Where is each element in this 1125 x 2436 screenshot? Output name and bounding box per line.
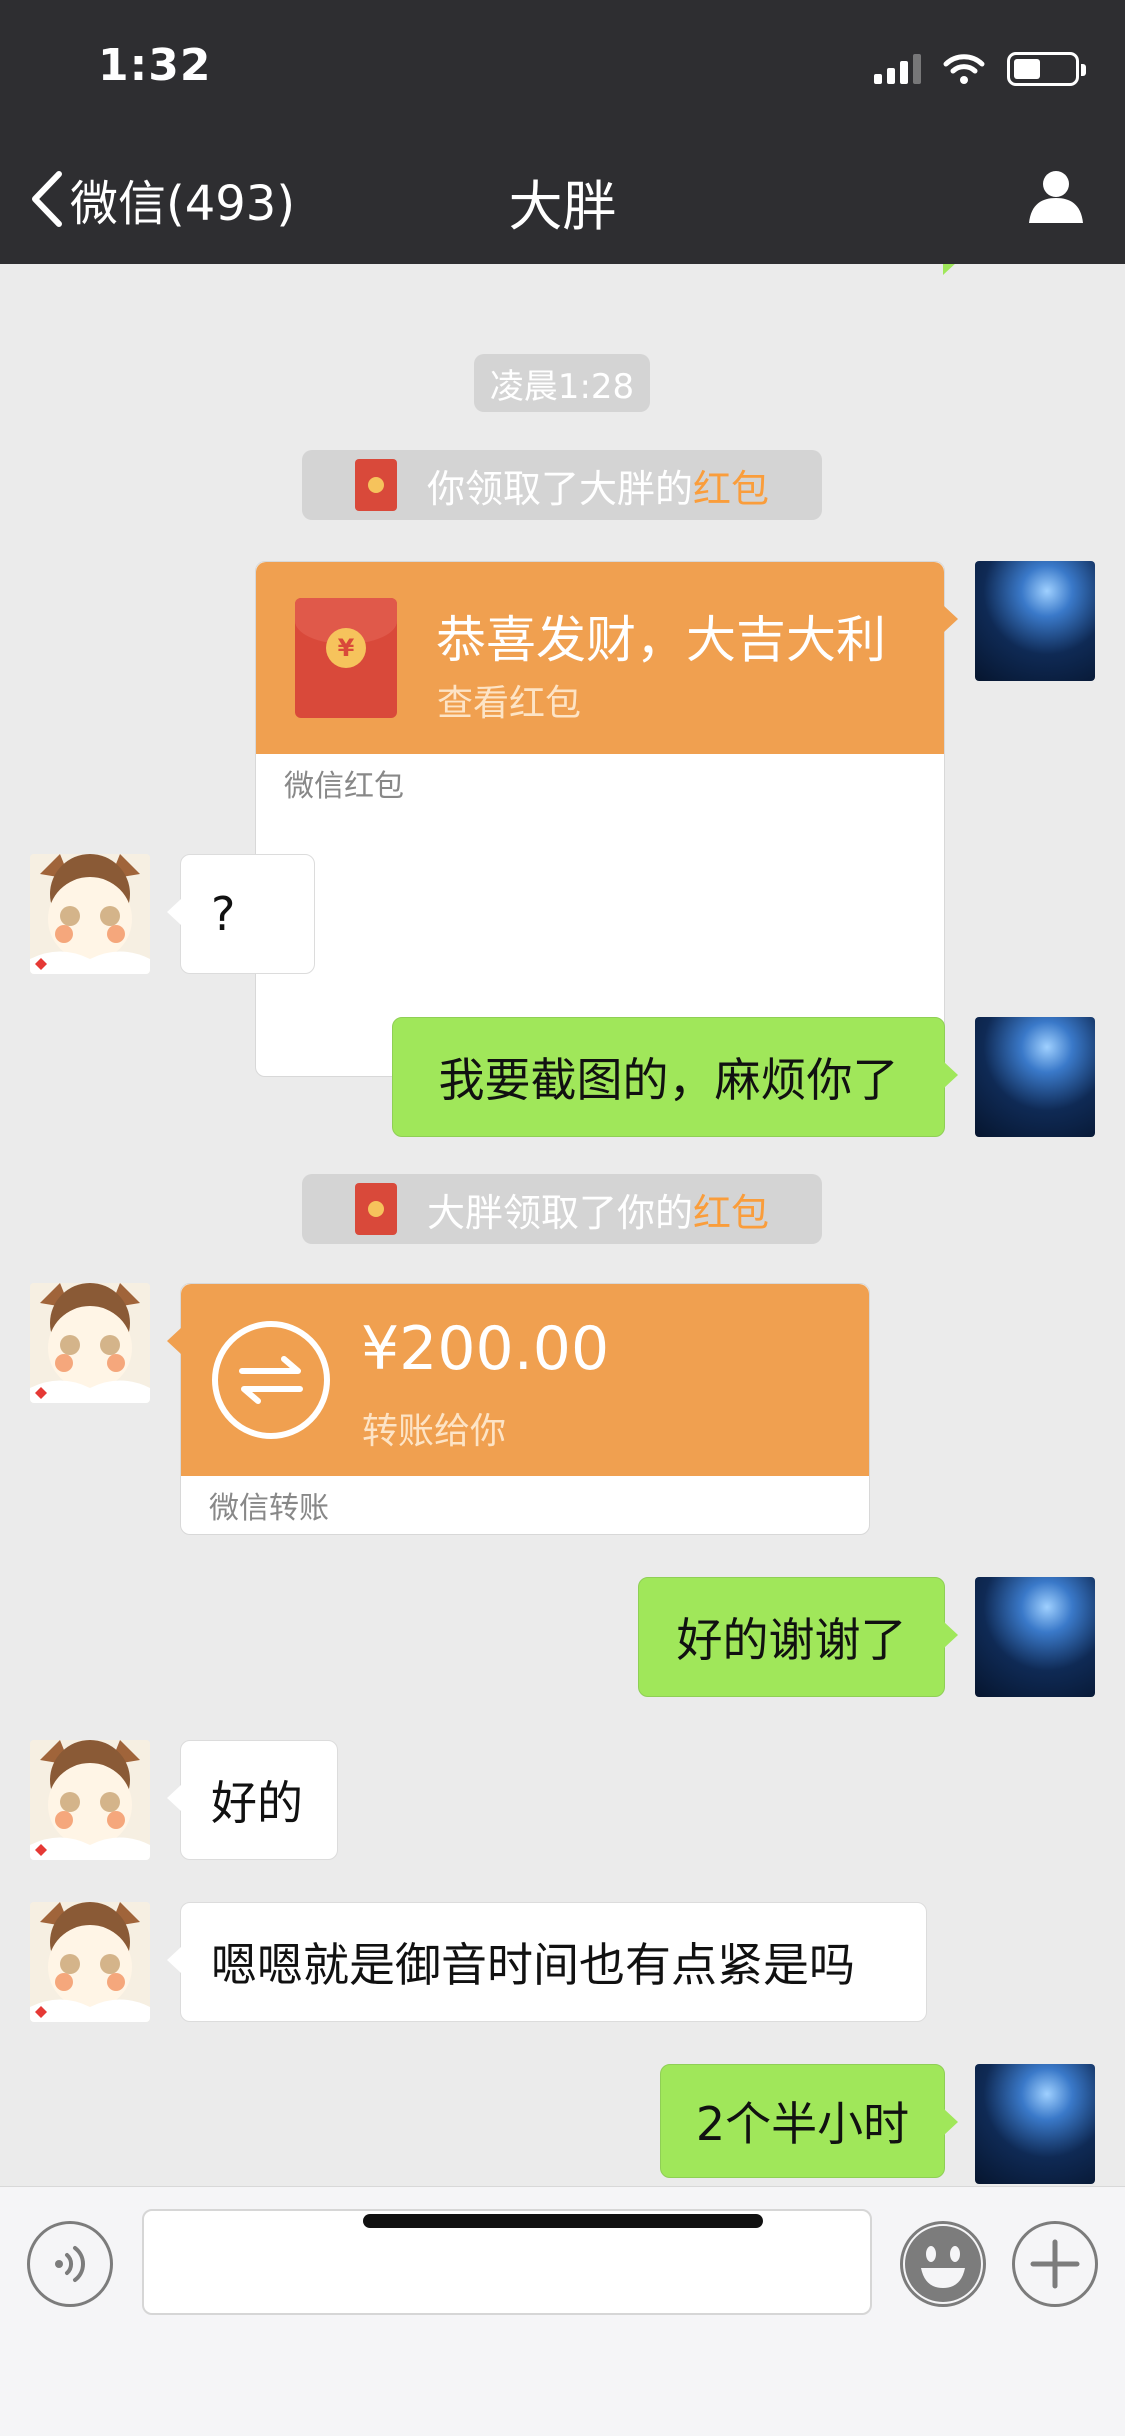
- my-avatar[interactable]: [975, 561, 1095, 681]
- voice-button[interactable]: [27, 2221, 113, 2307]
- more-options-button[interactable]: [1012, 2221, 1098, 2307]
- emoji-icon: [905, 2226, 981, 2302]
- message-text: 好的谢谢了: [676, 1613, 907, 1667]
- chat-title: 大胖: [508, 175, 617, 238]
- chat-info-button[interactable]: [1027, 168, 1085, 228]
- red-envelope-icon: ¥: [295, 598, 397, 718]
- my-avatar[interactable]: [975, 1017, 1095, 1137]
- red-packet-link[interactable]: 红包: [693, 458, 769, 513]
- red-packet-body: ¥ 恭喜发财，大吉大利 查看红包: [256, 562, 944, 754]
- contact-avatar[interactable]: [30, 1740, 150, 1860]
- emoji-button[interactable]: [900, 2221, 986, 2307]
- red-packet-action: 查看红包: [437, 683, 582, 724]
- home-indicator[interactable]: [363, 2214, 763, 2228]
- red-envelope-seal: ¥: [326, 628, 366, 668]
- system-notice-red-packet: 大胖领取了你的 红包: [302, 1174, 822, 1244]
- navigation-header: 1:32 微信(493) 大胖: [0, 0, 1125, 264]
- red-envelope-icon: [354, 459, 397, 511]
- red-packet-card[interactable]: ¥ 恭喜发财，大吉大利 查看红包 微信红包: [255, 561, 958, 1077]
- message-bubble-incoming[interactable]: 嗯嗯就是御音时间也有点紧是吗: [167, 1902, 927, 2022]
- signal-icon: [874, 54, 921, 84]
- timestamp-label: 凌晨1:28: [474, 354, 650, 412]
- red-packet-footer: 微信红包: [284, 769, 404, 804]
- message-bubble-outgoing[interactable]: 2个半小时: [660, 2064, 958, 2178]
- transfer-card[interactable]: ¥200.00 转账给你 微信转账: [167, 1283, 870, 1535]
- message-text: 我要截图的，麻烦你了: [438, 1053, 899, 1107]
- plus-icon: [1030, 2239, 1080, 2289]
- contact-avatar[interactable]: [30, 854, 150, 974]
- profile-icon: [1029, 171, 1083, 223]
- contact-avatar-image: [30, 1902, 150, 2022]
- system-notice-red-packet: 你领取了大胖的 红包: [302, 450, 822, 520]
- message-bubble-incoming[interactable]: 好的: [167, 1740, 338, 1860]
- voice-icon: [55, 2246, 85, 2282]
- contact-avatar[interactable]: [30, 1902, 150, 2022]
- battery-icon: [1007, 52, 1086, 86]
- message-bubble-incoming[interactable]: ?: [167, 854, 315, 974]
- transfer-footer: 微信转账: [209, 1491, 329, 1526]
- my-avatar[interactable]: [975, 1577, 1095, 1697]
- chat-messages[interactable]: 凌晨1:28 你领取了大胖的红包 ¥ 恭喜发财，大吉大利 查看红包 微信红包: [0, 264, 1125, 2186]
- transfer-body: ¥200.00 转账给你: [167, 1284, 869, 1476]
- red-packet-link[interactable]: 红包: [693, 1182, 769, 1237]
- transfer-icon: [212, 1321, 330, 1439]
- message-bubble-outgoing[interactable]: 我要截图的，麻烦你了: [392, 1017, 958, 1137]
- red-envelope-icon: [354, 1183, 397, 1235]
- status-icons: [874, 52, 1086, 86]
- my-avatar[interactable]: [975, 2064, 1095, 2184]
- message-text: 2个半小时: [695, 2097, 910, 2151]
- contact-avatar[interactable]: [30, 1283, 150, 1403]
- message-bubble-outgoing[interactable]: 好的谢谢了: [638, 1577, 958, 1697]
- message-text: 好的: [211, 1776, 303, 1830]
- contact-avatar-image: [30, 854, 150, 974]
- transfer-description: 转账给你: [362, 1411, 507, 1452]
- red-packet-greeting: 恭喜发财，大吉大利: [436, 611, 886, 669]
- contact-avatar-image: [30, 1283, 150, 1403]
- transfer-amount: ¥200.00: [361, 1314, 610, 1384]
- wifi-icon: [943, 54, 985, 84]
- message-text: ?: [211, 887, 236, 941]
- status-time: 1:32: [98, 40, 212, 91]
- message-text: 嗯嗯就是御音时间也有点紧是吗: [211, 1938, 855, 1992]
- contact-avatar-image: [30, 1740, 150, 1860]
